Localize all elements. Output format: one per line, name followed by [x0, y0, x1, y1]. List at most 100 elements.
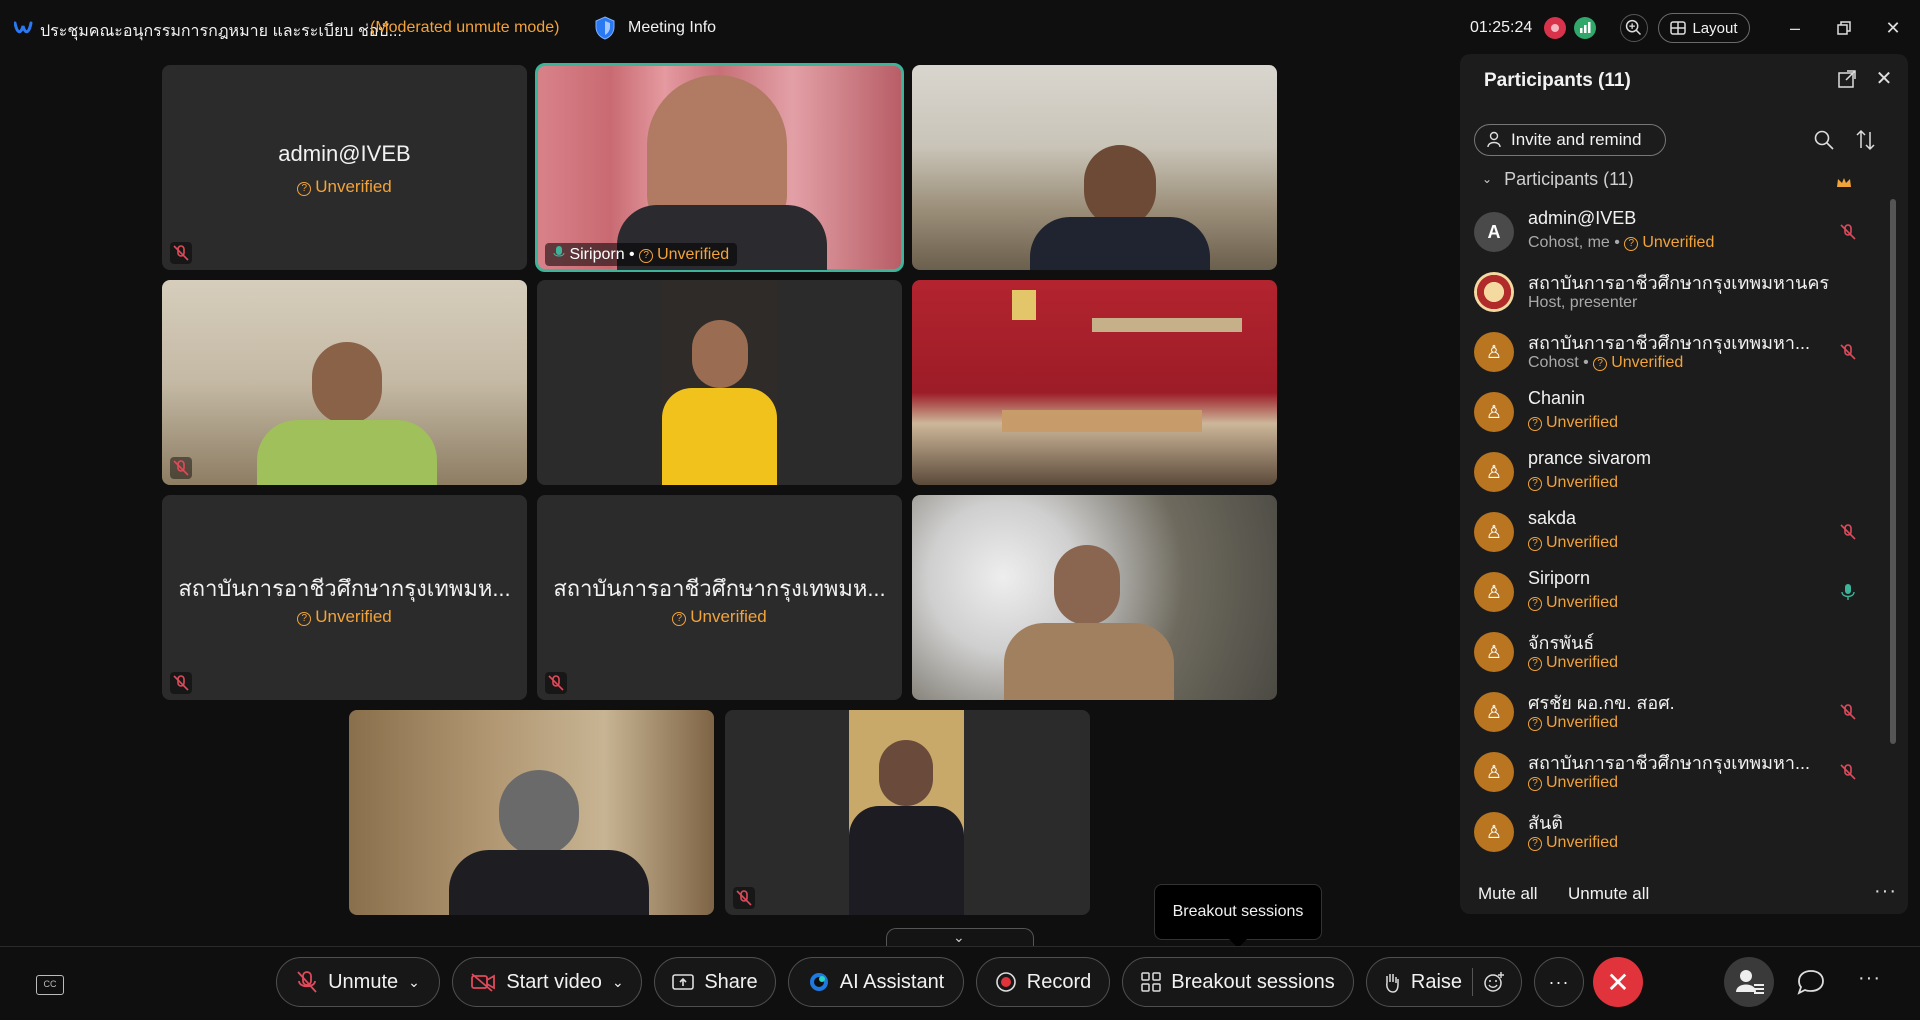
tile-status: ? Unverified: [537, 607, 902, 627]
tile-name: admin@IVEB: [278, 141, 411, 166]
collapse-toolbar-tab[interactable]: ⌄: [886, 928, 1034, 948]
share-button[interactable]: Share: [654, 957, 776, 1007]
portrait-video-frame: [662, 280, 777, 485]
raise-button[interactable]: Raise: [1366, 957, 1522, 1007]
video-tile[interactable]: [912, 280, 1277, 485]
tile-label: Siriporn • ? Unverified: [545, 243, 738, 266]
participant-silhouette: [1084, 145, 1156, 227]
participant-sub: ? Unverified: [1528, 534, 1618, 552]
start-video-button[interactable]: Start video ⌄: [452, 957, 642, 1007]
video-tile[interactable]: [912, 65, 1277, 270]
participants-icon: [1736, 970, 1764, 994]
participant-body: [1030, 217, 1210, 270]
more-options-icon[interactable]: ···: [1874, 880, 1897, 903]
video-tile-active-speaker[interactable]: Siriporn • ? Unverified: [535, 63, 904, 272]
participants-toggle-button[interactable]: [1724, 957, 1774, 1007]
record-icon: [995, 972, 1016, 992]
participant-row[interactable]: ♙ ศรชัย ผอ.กข. สอศ. ? Unverified: [1460, 682, 1890, 742]
invite-and-remind-button[interactable]: Invite and remind: [1474, 124, 1666, 156]
person-avatar-icon: ♙: [1474, 752, 1514, 792]
chevron-down-icon[interactable]: ⌄: [612, 974, 624, 991]
tile-status: ? Unverified: [162, 607, 527, 627]
panel-scrollbar[interactable]: [1890, 199, 1896, 744]
ai-assistant-icon: [809, 973, 828, 991]
video-tile[interactable]: [162, 280, 527, 485]
more-options-icon[interactable]: ···: [1858, 967, 1881, 990]
muted-mic-icon[interactable]: [1838, 762, 1858, 782]
video-tile[interactable]: [725, 710, 1090, 915]
close-window-icon[interactable]: ✕: [1881, 16, 1905, 40]
panel-close-icon[interactable]: ✕: [1872, 66, 1896, 90]
participant-row[interactable]: สถาบันการอาชีวศึกษากรุงเทพมหานคร Host, p…: [1460, 262, 1890, 322]
participant-row[interactable]: ♙ สถาบันการอาชีวศึกษากรุงเทพมหา... Cohos…: [1460, 322, 1890, 382]
layout-button[interactable]: Layout: [1658, 13, 1750, 43]
leave-meeting-button[interactable]: ✕: [1593, 957, 1643, 1007]
participant-sub: Cohost • ? Unverified: [1528, 354, 1684, 371]
video-tile[interactable]: admin@IVEB ? Unverified: [162, 65, 527, 270]
captions-icon[interactable]: CC: [36, 975, 64, 995]
more-actions-button[interactable]: ···: [1534, 957, 1584, 1007]
minimize-icon[interactable]: –: [1783, 16, 1807, 40]
network-health-icon[interactable]: [1574, 17, 1596, 39]
video-tile[interactable]: สถาบันการอาชีวศึกษากรุงเทพมห... ? Unverif…: [537, 495, 902, 700]
popout-icon[interactable]: [1836, 68, 1858, 90]
muted-mic-icon[interactable]: [1838, 222, 1858, 242]
participant-row[interactable]: ♙ Siriporn ? Unverified: [1460, 562, 1890, 622]
participant-name: สันติ: [1528, 813, 1563, 833]
meeting-info-button[interactable]: Meeting Info: [628, 19, 716, 37]
participant-row[interactable]: ♙ sakda ? Unverified: [1460, 502, 1890, 562]
active-mic-icon[interactable]: [1838, 582, 1858, 602]
chevron-down-icon[interactable]: ⌄: [408, 974, 420, 991]
participant-sub: Cohost, me • ? Unverified: [1528, 234, 1715, 251]
video-tile[interactable]: [912, 495, 1277, 700]
video-tile[interactable]: [349, 710, 714, 915]
banner: [1092, 318, 1242, 332]
recording-indicator-icon[interactable]: [1544, 17, 1566, 39]
video-tile[interactable]: [537, 280, 902, 485]
muted-mic-icon: [545, 672, 567, 694]
video-tile[interactable]: สถาบันการอาชีวศึกษากรุงเทพมห... ? Unverif…: [162, 495, 527, 700]
more-options-icon: ···: [1548, 971, 1570, 992]
layout-label: Layout: [1692, 19, 1738, 37]
participant-name: สถาบันการอาชีวศึกษากรุงเทพมหา...: [1528, 753, 1811, 773]
ai-assistant-button[interactable]: AI Assistant: [788, 957, 964, 1007]
unmute-button[interactable]: Unmute ⌄: [276, 957, 440, 1007]
restore-icon[interactable]: [1832, 16, 1856, 40]
breakout-tooltip: Breakout sessions: [1154, 884, 1322, 948]
muted-mic-icon[interactable]: [1838, 702, 1858, 722]
participant-row[interactable]: ♙ สถาบันการอาชีวศึกษากรุงเทพมหา... ? Unve…: [1460, 742, 1890, 802]
reactions-icon[interactable]: [1483, 971, 1505, 993]
person-avatar-icon: ♙: [1474, 632, 1514, 672]
sort-icon[interactable]: [1854, 128, 1878, 152]
unmute-all-button[interactable]: Unmute all: [1568, 884, 1649, 904]
shield-icon[interactable]: [594, 16, 616, 40]
participant-row[interactable]: A admin@IVEB Cohost, me • ? Unverified: [1460, 202, 1890, 262]
panel-title: Participants (11): [1484, 70, 1631, 91]
tile-name: สถาบันการอาชีวศึกษากรุงเทพมห...: [553, 576, 886, 601]
participant-row[interactable]: ♙ จักรพันธ์ ? Unverified: [1460, 622, 1890, 682]
person-avatar-icon: ♙: [1474, 692, 1514, 732]
participant-sub: ? Unverified: [1528, 654, 1618, 672]
participant-name: จักรพันธ์: [1528, 633, 1595, 653]
webex-logo-icon: [14, 21, 33, 34]
person-avatar-icon: ♙: [1474, 512, 1514, 552]
breakout-sessions-button[interactable]: Breakout sessions: [1122, 957, 1354, 1007]
muted-mic-icon[interactable]: [1838, 522, 1858, 542]
person-avatar-icon: ♙: [1474, 572, 1514, 612]
participant-row[interactable]: ♙ prance sivarom ? Unverified: [1460, 442, 1890, 502]
muted-mic-icon[interactable]: [1838, 342, 1858, 362]
participant-row[interactable]: ♙ Chanin ? Unverified: [1460, 382, 1890, 442]
record-button[interactable]: Record: [976, 957, 1110, 1007]
layout-grid-icon: [1670, 21, 1687, 35]
participant-row[interactable]: ♙ สันติ ? Unverified: [1460, 802, 1890, 862]
chevron-down-icon: ⌄: [1482, 172, 1493, 186]
participant-name: สถาบันการอาชีวศึกษากรุงเทพมหา...: [1528, 333, 1811, 353]
chat-icon[interactable]: [1794, 965, 1828, 999]
participant-name: ศรชัย ผอ.กข. สอศ.: [1528, 693, 1675, 713]
participants-section-header[interactable]: ⌄ Participants (11): [1482, 170, 1634, 188]
search-icon[interactable]: [1812, 128, 1836, 152]
zoom-icon[interactable]: [1620, 14, 1648, 42]
question-icon: ?: [297, 182, 312, 196]
meeting-timer: 01:25:24: [1470, 19, 1533, 36]
mute-all-button[interactable]: Mute all: [1478, 884, 1538, 904]
